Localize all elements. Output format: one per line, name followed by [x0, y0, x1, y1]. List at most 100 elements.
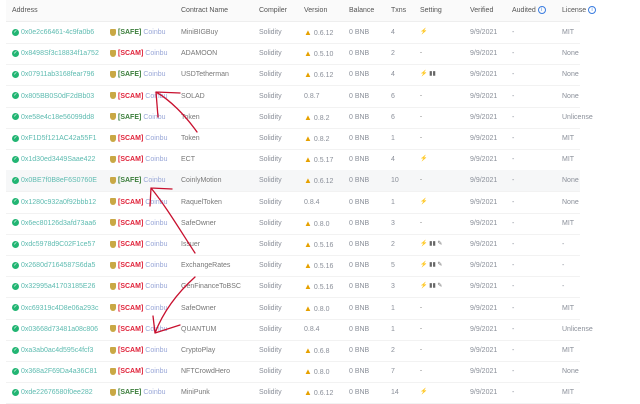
- coinbu-link[interactable]: Coinbu: [143, 29, 165, 36]
- contract-name: ADAMOON: [181, 50, 218, 58]
- address-link[interactable]: 0x0e2c66461-4c9fa0b6: [21, 29, 94, 36]
- version: 0.5.10: [313, 51, 334, 59]
- shield-icon: [110, 219, 116, 227]
- verified-check-icon: ✓: [12, 219, 19, 227]
- warning-icon: ▲: [304, 261, 312, 271]
- address-link[interactable]: 0xF1D5f121AC42a55F1: [21, 135, 97, 142]
- warning-icon: ▲: [304, 28, 312, 37]
- coinbu-link[interactable]: Coinbu: [145, 326, 167, 333]
- shield-icon: [110, 367, 116, 375]
- coinbu-link[interactable]: Coinbu: [145, 220, 167, 227]
- version: 0.5.16: [313, 263, 334, 271]
- version: 0.6.12: [313, 30, 334, 37]
- address-link[interactable]: 0x805BB0S0dF2dBb03: [21, 93, 94, 100]
- coinbu-link[interactable]: Coinbu: [145, 199, 167, 206]
- address-link[interactable]: 0xa3ab0ac4d595c4fcf3: [21, 347, 93, 354]
- address-link[interactable]: 0x8498Sf3c18834f1a752: [21, 50, 99, 57]
- txns: 3: [391, 219, 395, 227]
- header-verified: Verified: [470, 7, 494, 14]
- balance: 0 BNB: [349, 135, 370, 142]
- coinbu-link[interactable]: Coinbu: [145, 347, 167, 354]
- coinbu-link[interactable]: Coinbu: [145, 283, 167, 290]
- address-link[interactable]: 0x0BE7f0B8eF6S0760E: [21, 177, 97, 184]
- balance: 0 BNB: [349, 241, 370, 248]
- txns: 1: [391, 198, 395, 206]
- address-link[interactable]: 0x368a2F69Da4a36C81: [21, 368, 97, 375]
- setting-icons: -: [420, 177, 422, 184]
- balance: 0 BNB: [349, 304, 370, 312]
- verified-check-icon: ✓: [12, 28, 19, 36]
- table-row: ✓ 0xa3ab0ac4d595c4fcf3 [SCAM] Coinbu CryptoP…: [6, 340, 580, 362]
- address-link[interactable]: 0x07911ab3168fear796: [21, 71, 94, 78]
- coinbu-link[interactable]: Coinbu: [143, 71, 165, 78]
- shield-icon: [110, 92, 116, 100]
- coinbu-link[interactable]: Coinbu: [145, 262, 167, 269]
- security-cell: [SCAM] Coinbu: [110, 234, 167, 255]
- security-cell: [SAFE] Coinbu: [110, 382, 166, 403]
- coinbu-link[interactable]: Coinbu: [145, 368, 167, 375]
- audited: -: [512, 389, 515, 397]
- coinbu-link[interactable]: Coinbu: [143, 389, 165, 396]
- address-link[interactable]: 0x03668d73481a08c806: [21, 326, 98, 333]
- contract-name: QUANTUM: [181, 325, 217, 333]
- address-cell: ✓ 0x8498Sf3c18834f1a752: [12, 43, 99, 64]
- address-link[interactable]: 0x2680d7164587S6da5: [21, 262, 95, 269]
- shield-icon: [110, 325, 116, 333]
- warning-icon: ▲: [304, 112, 312, 122]
- shield-icon: [110, 49, 116, 57]
- shield-icon: [110, 177, 116, 185]
- address-link[interactable]: 0x1d30ed3449Saae422: [21, 156, 95, 163]
- coinbu-link[interactable]: Coinbu: [145, 305, 167, 312]
- security-cell: [SCAM] Coinbu: [110, 86, 167, 107]
- coinbu-link[interactable]: Coinbu: [145, 241, 167, 248]
- address-link[interactable]: 0xc69319c4D8e06a293c: [21, 305, 98, 312]
- setting-icons: ⚡ ▮▮ ✎: [420, 283, 443, 290]
- table-row: ✓ 0x2680d7164587S6da5 [SCAM] Coinbu Exchange…: [6, 255, 580, 278]
- table-row: ✓ 0xe58e4c18e56099dd8 [SAFE] Coinbu Token Sol…: [6, 107, 593, 129]
- shield-icon: [110, 113, 116, 121]
- address-link[interactable]: 0x32995a41703185E26: [21, 283, 95, 290]
- address-link[interactable]: 0xde22676580f0ee282: [21, 389, 93, 396]
- coinbu-link[interactable]: Coinbu: [145, 135, 167, 142]
- table-row: ✓ 0x1d30ed3449Saae422 [SCAM] Coinbu ECT Solid…: [6, 149, 580, 172]
- address-cell: ✓ 0xde22676580f0ee282: [12, 382, 93, 403]
- setting-icons: -: [420, 113, 422, 120]
- coinbu-link[interactable]: Coinbu: [145, 50, 167, 57]
- security-tag: [SCAM]: [118, 219, 144, 227]
- address-link[interactable]: 0x6ec80126d3afd73aa6: [21, 220, 96, 227]
- header-balance: Balance: [349, 7, 375, 14]
- contract-name: CoinlyMotion: [181, 177, 222, 185]
- security-cell: [SCAM] Coinbu: [110, 361, 167, 382]
- coinbu-link[interactable]: Coinbu: [143, 114, 165, 121]
- security-cell: [SAFE] Coinbu: [110, 107, 166, 128]
- setting-icons: -: [420, 50, 422, 57]
- verified-check-icon: ✓: [12, 261, 19, 269]
- address-link[interactable]: 0xe58e4c18e56099dd8: [21, 114, 94, 121]
- contract-name: ECT: [181, 156, 195, 164]
- txns: 1: [391, 135, 395, 142]
- compiler: Solidity: [259, 71, 282, 79]
- verified-date: 9/9/2021: [470, 29, 498, 36]
- coinbu-link[interactable]: Coinbu: [145, 93, 167, 100]
- shield-icon: [110, 304, 116, 312]
- balance: 0 BNB: [349, 389, 370, 397]
- address-link[interactable]: 0x1280c932a0f92bbb12: [21, 199, 96, 206]
- txns: 5: [391, 262, 395, 270]
- audited: -: [512, 135, 515, 142]
- coinbu-link[interactable]: Coinbu: [145, 156, 167, 163]
- verified-check-icon: ✓: [12, 389, 19, 397]
- warning-icon: ▲: [304, 282, 312, 292]
- verified-date: 9/9/2021: [470, 71, 498, 79]
- txns: 2: [391, 241, 395, 248]
- audited: -: [512, 156, 515, 164]
- verified-date: 9/9/2021: [470, 262, 498, 270]
- coinbu-link[interactable]: Coinbu: [143, 177, 165, 184]
- txns: 2: [391, 50, 395, 58]
- address-link[interactable]: 0xdc5978d9C02F1ce57: [21, 241, 95, 248]
- info-icon[interactable]: i: [588, 6, 597, 15]
- info-icon[interactable]: i: [537, 6, 546, 15]
- contract-name: GenFinanceToBSC: [181, 283, 241, 291]
- version: 0.8.2: [313, 114, 330, 122]
- audited: -: [512, 29, 515, 36]
- table-row: ✓ 0x368a2F69Da4a36C81 [SCAM] Coinbu NFTCrowd…: [6, 361, 580, 384]
